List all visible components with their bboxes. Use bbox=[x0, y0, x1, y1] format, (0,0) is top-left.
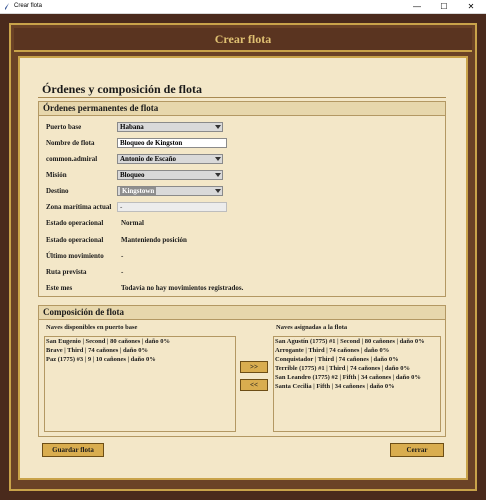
close-button[interactable]: Cerrar bbox=[390, 443, 444, 457]
remove-ship-button[interactable]: << bbox=[240, 379, 268, 391]
chevron-down-icon bbox=[215, 125, 221, 129]
add-ship-button[interactable]: >> bbox=[240, 361, 268, 373]
window-title: Crear flota bbox=[14, 3, 43, 9]
op-status-value: Normal bbox=[121, 219, 144, 227]
fleet-name-input[interactable]: Bloqueo de Kingston bbox=[117, 138, 227, 148]
maximize-button[interactable]: ☐ bbox=[431, 1, 457, 12]
page-title: Órdenes y composición de flota bbox=[42, 82, 202, 96]
last-move-value: - bbox=[121, 252, 124, 260]
planned-route-value: - bbox=[121, 268, 124, 276]
orders-heading: Órdenes permanentes de flota bbox=[39, 102, 445, 116]
assigned-ships-list[interactable]: San Agustín (1775) #1 | Second | 80 caño… bbox=[273, 336, 441, 432]
admiral-value: Antonio de Escaño bbox=[120, 155, 177, 163]
list-item[interactable]: San Eugenio | Second | 80 cañones | daño… bbox=[45, 337, 235, 346]
list-item[interactable]: Arrogante | Third | 74 cañones | daño 0% bbox=[274, 346, 440, 355]
title-divider bbox=[38, 97, 446, 98]
header-title: Crear flota bbox=[214, 32, 272, 46]
composition-heading: Composición de flota bbox=[39, 306, 445, 320]
last-move-label: Último movimiento bbox=[46, 252, 104, 260]
feather-icon bbox=[5, 3, 9, 10]
op-state-value: Manteniendo posición bbox=[121, 236, 187, 244]
window-titlebar: Crear flota — ☐ ✕ bbox=[0, 0, 486, 14]
list-item[interactable]: Conquistador | Third | 74 cañones | daño… bbox=[274, 355, 440, 364]
home-port-value: Habana bbox=[120, 123, 144, 131]
admiral-select[interactable]: Antonio de Escaño bbox=[117, 154, 223, 164]
list-item[interactable]: Brave | Third | 74 cañones | daño 0% bbox=[45, 346, 235, 355]
minimize-button[interactable]: — bbox=[404, 1, 430, 12]
orders-panel: Órdenes permanentes de flota bbox=[38, 101, 446, 297]
current-zone-input: - bbox=[117, 202, 227, 212]
admiral-label: common.admiral bbox=[46, 155, 98, 163]
current-zone-label: Zona marítima actual bbox=[46, 203, 112, 211]
this-month-label: Este mes bbox=[46, 284, 73, 292]
mission-value: Bloqueo bbox=[120, 171, 145, 179]
destination-value: Kingstown bbox=[120, 187, 157, 195]
home-port-select[interactable]: Habana bbox=[117, 122, 223, 132]
home-port-label: Puerto base bbox=[46, 123, 82, 131]
list-item[interactable]: Paz (1775) #3 | 9 | 10 cañones | daño 0% bbox=[45, 355, 235, 364]
close-window-button[interactable]: ✕ bbox=[458, 1, 484, 12]
list-item[interactable]: San Agustín (1775) #1 | Second | 80 caño… bbox=[274, 337, 440, 346]
chevron-down-icon bbox=[215, 157, 221, 161]
list-item[interactable]: San Leandro (1775) #2 | Fifth | 34 cañon… bbox=[274, 373, 440, 382]
this-month-value: Todavía no hay movimientos registrados. bbox=[121, 284, 244, 292]
fleet-name-label: Nombre de flota bbox=[46, 139, 95, 147]
assigned-ships-label: Naves asignadas a la flota bbox=[276, 324, 348, 331]
op-status-label: Estado operacional bbox=[46, 219, 104, 227]
planned-route-label: Ruta prevista bbox=[46, 268, 87, 276]
available-ships-label: Naves disponibles en puerto base bbox=[46, 324, 138, 331]
chevron-down-icon bbox=[215, 173, 221, 177]
available-ships-list[interactable]: San Eugenio | Second | 80 cañones | daño… bbox=[44, 336, 236, 432]
mission-label: Misión bbox=[46, 171, 67, 179]
list-item[interactable]: Santa Cecilia | Fifth | 34 cañones | dañ… bbox=[274, 382, 440, 391]
op-state-label: Estado operacional bbox=[46, 236, 104, 244]
mission-select[interactable]: Bloqueo bbox=[117, 170, 223, 180]
destination-label: Destino bbox=[46, 187, 69, 195]
destination-select[interactable]: Kingstown bbox=[117, 186, 223, 196]
header-banner: Crear flota bbox=[14, 28, 472, 52]
chevron-down-icon bbox=[215, 189, 221, 193]
list-item[interactable]: Terrible (1775) #1 | Third | 74 cañones … bbox=[274, 364, 440, 373]
save-fleet-button[interactable]: Guardar flota bbox=[42, 443, 104, 457]
